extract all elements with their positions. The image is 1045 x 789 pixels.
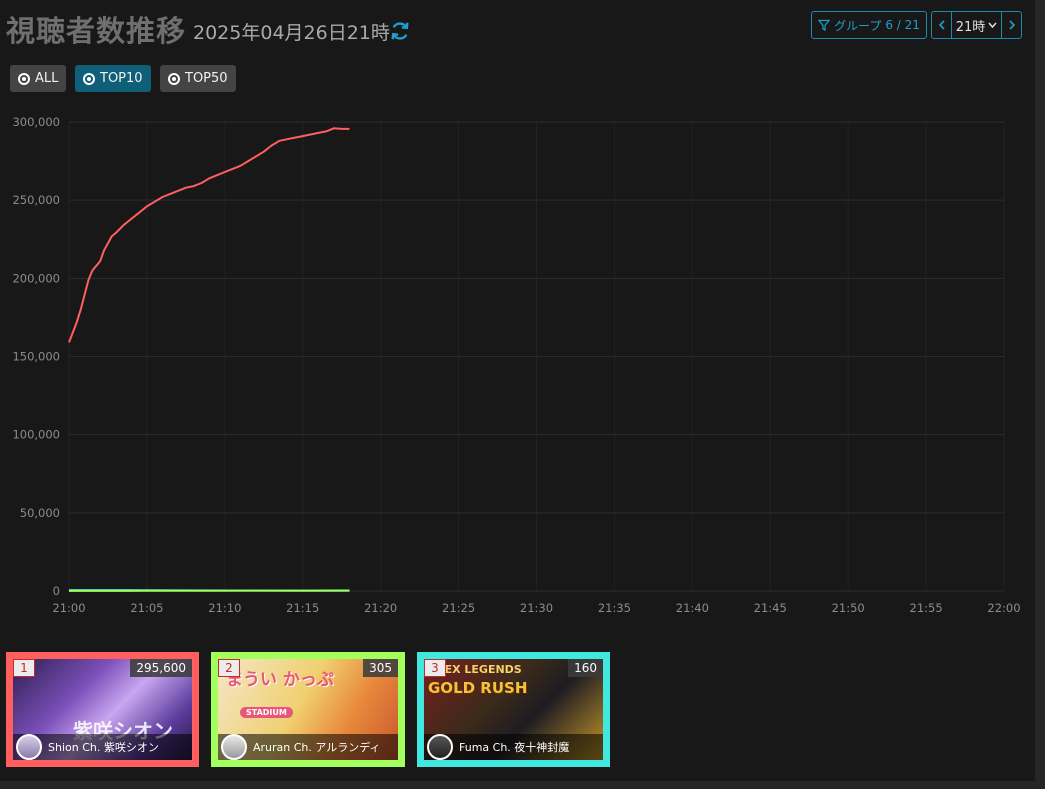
x-tick-label: 21:20 — [364, 601, 397, 615]
hour-navigation: 21時 — [931, 11, 1022, 39]
channel-bar: Shion Ch. 紫咲シオン — [13, 734, 192, 760]
avatar — [427, 734, 453, 760]
x-tick-label: 21:45 — [754, 601, 787, 615]
hour-select[interactable]: 21時 — [952, 11, 1001, 39]
refresh-icon[interactable] — [389, 20, 411, 42]
x-tick-label: 21:00 — [52, 601, 85, 615]
stream-thumbnail: まうい かっぷ STADIUM 2 305 Aruran Ch. アルランディ — [218, 659, 398, 760]
rank-badge: 1 — [13, 659, 35, 677]
x-tick-label: 21:55 — [910, 601, 943, 615]
thumbnail-text-sub: STADIUM — [240, 707, 293, 718]
x-tick-label: 21:10 — [208, 601, 241, 615]
y-tick-label: 50,000 — [20, 506, 60, 520]
filter-top50-radio[interactable]: TOP50 — [160, 65, 236, 92]
channel-name: Aruran Ch. アルランディ — [253, 741, 381, 754]
filter-all-label: ALL — [35, 71, 59, 86]
filter-top50-label: TOP50 — [185, 71, 228, 86]
page-title: 視聴者数推移 — [6, 14, 187, 48]
scrollbar-track[interactable] — [1035, 0, 1045, 789]
x-tick-label: 21:35 — [598, 601, 631, 615]
filter-top10-radio[interactable]: TOP10 — [75, 65, 151, 92]
chevron-right-icon — [1008, 20, 1015, 30]
radio-icon — [168, 72, 180, 85]
ranking-card-1[interactable]: 紫咲シオン 1 295,600 Shion Ch. 紫咲シオン — [6, 652, 199, 767]
channel-bar: Aruran Ch. アルランディ — [218, 734, 398, 760]
viewer-count-badge: 160 — [568, 659, 603, 677]
x-tick-label: 21:15 — [286, 601, 319, 615]
stream-thumbnail: 紫咲シオン 1 295,600 Shion Ch. 紫咲シオン — [13, 659, 192, 760]
stream-thumbnail: APEX LEGENDS GOLD RUSH 3 160 Fuma Ch. 夜十… — [424, 659, 603, 760]
y-tick-label: 250,000 — [12, 193, 60, 207]
page-bottom-edge — [0, 781, 1045, 789]
hour-select-value: 21時 — [955, 19, 986, 35]
x-tick-label: 21:30 — [520, 601, 553, 615]
filter-top10-label: TOP10 — [100, 71, 143, 86]
series-line-1 — [68, 127, 350, 343]
channel-bar: Fuma Ch. 夜十神封魔 — [424, 734, 603, 760]
x-tick-label: 21:40 — [676, 601, 709, 615]
thumbnail-text: まうい かっぷ — [226, 670, 334, 690]
x-tick-label: 22:00 — [987, 601, 1020, 615]
channel-name: Fuma Ch. 夜十神封魔 — [459, 741, 570, 754]
ranking-card-2[interactable]: まうい かっぷ STADIUM 2 305 Aruran Ch. アルランディ — [211, 652, 405, 767]
filter-all-radio[interactable]: ALL — [10, 65, 67, 92]
chevron-down-icon — [988, 22, 997, 28]
thumbnail-text-sub: GOLD RUSH — [428, 679, 528, 697]
radio-icon — [83, 72, 95, 85]
filter-icon — [818, 19, 831, 31]
y-tick-label: 300,000 — [12, 115, 60, 129]
viewer-count-badge: 305 — [363, 659, 398, 677]
y-tick-label: 200,000 — [12, 271, 60, 285]
x-tick-label: 21:50 — [832, 601, 865, 615]
x-tick-label: 21:25 — [442, 601, 475, 615]
avatar — [221, 734, 247, 760]
x-tick-label: 21:05 — [130, 601, 163, 615]
group-filter-count: 6 / 21 — [885, 18, 920, 32]
viewer-count-badge: 295,600 — [130, 659, 192, 677]
group-filter-button[interactable]: グループ 6 / 21 — [811, 11, 927, 39]
rank-badge: 3 — [424, 659, 446, 677]
group-filter-label: グループ — [834, 18, 882, 33]
channel-name: Shion Ch. 紫咲シオン — [48, 741, 159, 754]
y-tick-label: 100,000 — [12, 428, 60, 442]
chevron-left-icon — [938, 20, 945, 30]
y-tick-label: 150,000 — [12, 350, 60, 364]
viewer-count-chart: 0 50,000 100,000 150,000 200,000 250,000 300,0… — [12, 115, 1020, 615]
ranking-card-3[interactable]: APEX LEGENDS GOLD RUSH 3 160 Fuma Ch. 夜十… — [417, 652, 610, 767]
radio-icon — [18, 72, 30, 85]
next-hour-button[interactable] — [1001, 11, 1022, 39]
previous-hour-button[interactable] — [931, 11, 952, 39]
avatar — [16, 734, 42, 760]
rank-badge: 2 — [218, 659, 240, 677]
y-tick-label: 0 — [53, 584, 60, 598]
date-hour-label: 2025年04月26日21時 — [193, 22, 390, 44]
